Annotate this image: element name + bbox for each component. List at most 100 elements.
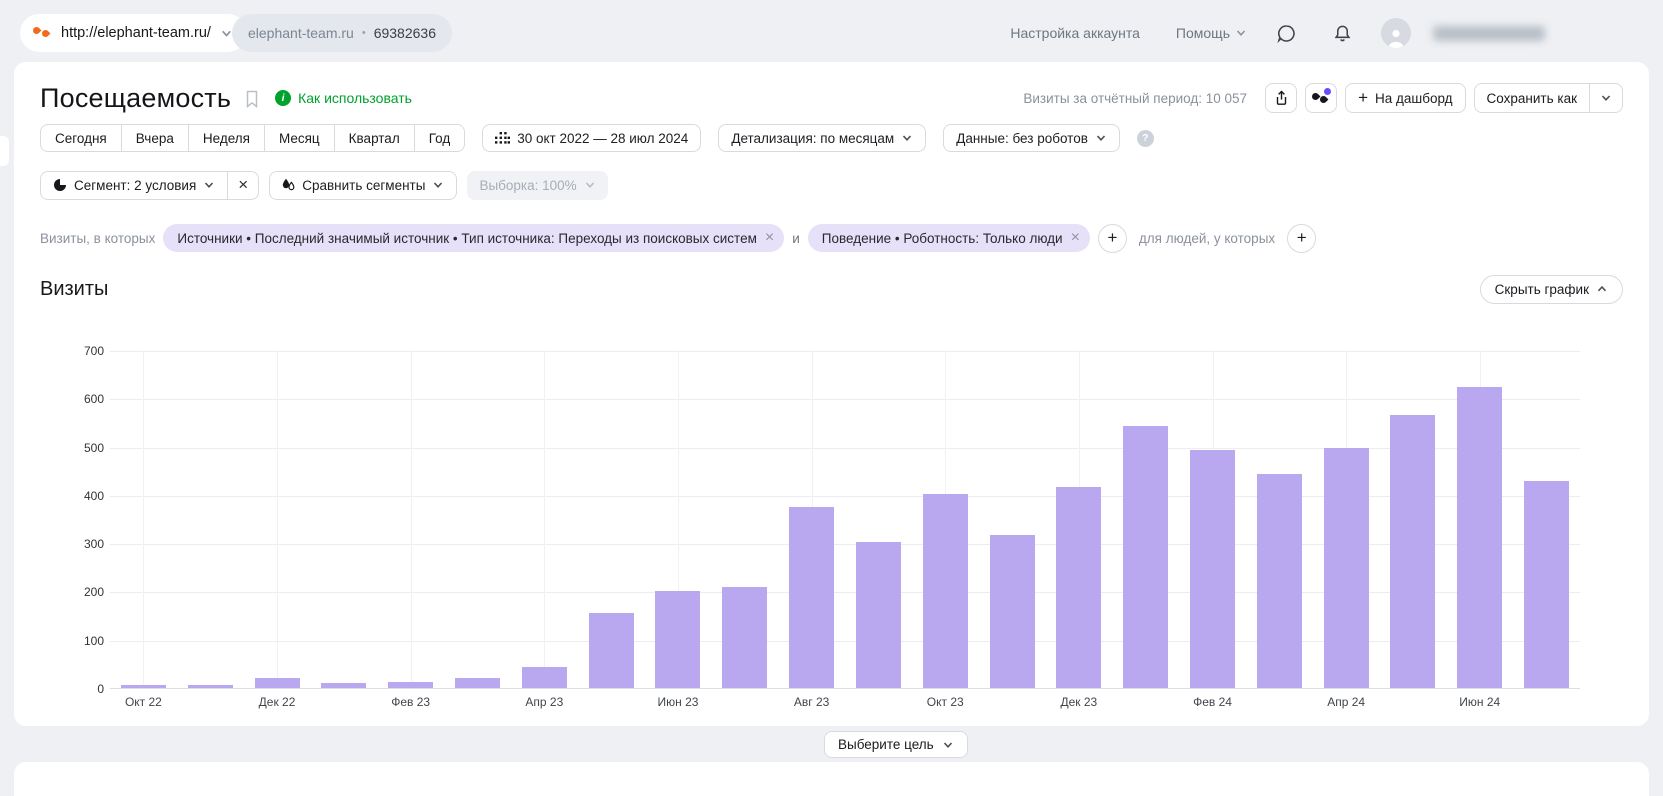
chart-x-axis: Окт 22Дек 22Фев 23Апр 23Июн 23Авг 23Окт … xyxy=(110,695,1580,715)
chart-bar[interactable] xyxy=(121,685,166,688)
metrica-logo-icon xyxy=(33,24,52,42)
save-as-button[interactable]: Сохранить как xyxy=(1475,84,1589,112)
y-tick-label: 500 xyxy=(84,441,104,455)
user-id-redacted xyxy=(1433,26,1545,41)
hide-chart-button[interactable]: Скрыть график xyxy=(1480,275,1623,304)
segment-clear-button[interactable]: × xyxy=(228,172,258,199)
counter-selector[interactable]: http://elephant-team.ru/ xyxy=(20,14,247,52)
report-header: Посещаемость i Как использовать Визиты з… xyxy=(40,82,1623,114)
gridline-v xyxy=(277,351,278,688)
ai-summary-button[interactable] xyxy=(1305,83,1337,113)
y-tick-label: 100 xyxy=(84,634,104,648)
chevron-down-icon xyxy=(901,132,913,144)
chart-bar[interactable] xyxy=(255,678,300,688)
goal-selector-button[interactable]: Выберите цель xyxy=(824,731,968,758)
filter-chip-label: Источники • Последний значимый источник … xyxy=(177,231,757,246)
chart-y-axis: 0100200300400500600700 xyxy=(40,351,104,690)
filter-suffix: для людей, у которых xyxy=(1139,231,1275,246)
remove-filter-icon[interactable]: × xyxy=(1071,230,1080,246)
date-range-button[interactable]: 30 окт 2022 — 28 июл 2024 xyxy=(482,124,701,152)
chart-bar[interactable] xyxy=(455,678,500,688)
preset-month[interactable]: Месяц xyxy=(265,125,335,151)
chart-bar[interactable] xyxy=(1457,387,1502,688)
bookmark-icon[interactable] xyxy=(245,90,259,108)
counter-site-name: elephant-team.ru xyxy=(248,25,354,41)
save-as-menu-toggle[interactable] xyxy=(1590,84,1622,112)
preset-year[interactable]: Год xyxy=(415,125,465,151)
chart-bar[interactable] xyxy=(1190,450,1235,688)
add-to-dashboard-button[interactable]: + На дашборд xyxy=(1345,83,1465,113)
y-tick-label: 600 xyxy=(84,392,104,406)
chart-bar[interactable] xyxy=(589,613,634,688)
feedback-chat-button[interactable] xyxy=(1269,16,1303,50)
detalization-dropdown[interactable]: Детализация: по месяцам xyxy=(718,124,926,152)
sampling-dropdown: Выборка: 100% xyxy=(467,171,607,200)
chart-bar[interactable] xyxy=(1524,481,1569,688)
chart-bar[interactable] xyxy=(1257,474,1302,688)
chart-bar[interactable] xyxy=(388,682,433,688)
question-help-icon[interactable]: ? xyxy=(1137,130,1154,147)
segment-controls: Сегмент: 2 условия × Сравнить сегменты В… xyxy=(40,171,608,199)
save-as-split-button: Сохранить как xyxy=(1474,83,1623,113)
period-controls: Сегодня Вчера Неделя Месяц Квартал Год 3… xyxy=(40,124,1154,152)
x-tick-label: Июн 23 xyxy=(657,695,698,709)
chart-bar[interactable] xyxy=(1056,487,1101,688)
segment-dropdown[interactable]: Сегмент: 2 условия xyxy=(41,172,227,199)
chart-bar[interactable] xyxy=(655,591,700,688)
add-user-condition-button[interactable]: + xyxy=(1287,224,1316,253)
plus-icon: + xyxy=(1358,89,1368,106)
notifications-bell-button[interactable] xyxy=(1325,16,1359,50)
info-icon: i xyxy=(275,90,291,106)
data-mode-dropdown[interactable]: Данные: без роботов xyxy=(943,124,1120,152)
chart-bar[interactable] xyxy=(321,683,366,688)
chart-bar[interactable] xyxy=(522,667,567,688)
chart-bar[interactable] xyxy=(789,507,834,688)
chart-bar[interactable] xyxy=(856,542,901,688)
account-settings-link[interactable]: Настройка аккаунта xyxy=(1010,25,1140,41)
how-to-use-link[interactable]: i Как использовать xyxy=(275,90,412,106)
export-button[interactable] xyxy=(1265,83,1297,113)
x-tick-label: Апр 24 xyxy=(1327,695,1365,709)
help-menu[interactable]: Помощь xyxy=(1176,25,1247,41)
pie-chart-icon xyxy=(53,178,67,192)
preset-week[interactable]: Неделя xyxy=(189,125,265,151)
chart-title: Визиты xyxy=(40,278,108,301)
user-avatar[interactable] xyxy=(1381,18,1411,48)
chevron-down-icon xyxy=(584,179,596,191)
gridline-h xyxy=(110,399,1580,400)
chevron-down-icon xyxy=(1235,27,1247,39)
save-as-label: Сохранить как xyxy=(1487,91,1577,106)
share-export-icon xyxy=(1274,90,1289,106)
report-actions: Визиты за отчётный период: 10 057 + На д… xyxy=(1023,83,1623,113)
x-tick-label: Окт 23 xyxy=(927,695,964,709)
filter-prefix: Визиты, в которых xyxy=(40,231,155,246)
hide-chart-label: Скрыть график xyxy=(1495,282,1589,297)
how-to-use-label: Как использовать xyxy=(298,90,412,106)
add-visit-condition-button[interactable]: + xyxy=(1098,224,1127,253)
chart-bar[interactable] xyxy=(923,494,968,688)
preset-yesterday[interactable]: Вчера xyxy=(122,125,189,151)
y-tick-label: 300 xyxy=(84,537,104,551)
ai-commas-icon xyxy=(1312,90,1330,106)
gridline-v xyxy=(544,351,545,688)
chart-bar[interactable] xyxy=(188,685,233,688)
report-card: Посещаемость i Как использовать Визиты з… xyxy=(14,62,1649,726)
filter-chip-robots[interactable]: Поведение • Роботность: Только люди × xyxy=(808,224,1090,252)
chart-bar[interactable] xyxy=(1123,426,1168,688)
visits-bar-chart: 0100200300400500600700 Окт 22Дек 22Фев 2… xyxy=(40,351,1596,723)
side-panel-tab[interactable] xyxy=(0,136,9,166)
chart-bar[interactable] xyxy=(1324,448,1369,688)
chart-bar[interactable] xyxy=(990,535,1035,688)
counter-info-badge: elephant-team.ru • 69382636 xyxy=(232,14,452,52)
sampling-label: Выборка: 100% xyxy=(479,178,576,193)
chart-bar[interactable] xyxy=(1390,415,1435,688)
period-presets: Сегодня Вчера Неделя Месяц Квартал Год xyxy=(40,124,465,152)
counter-id: 69382636 xyxy=(374,25,436,41)
top-bar: http://elephant-team.ru/ elephant-team.r… xyxy=(0,0,1663,66)
preset-quarter[interactable]: Квартал xyxy=(335,125,415,151)
compare-segments-dropdown[interactable]: Сравнить сегменты xyxy=(269,171,457,200)
chart-bar[interactable] xyxy=(722,587,767,688)
filter-chip-source[interactable]: Источники • Последний значимый источник … xyxy=(163,224,784,252)
remove-filter-icon[interactable]: × xyxy=(765,230,774,246)
preset-today[interactable]: Сегодня xyxy=(41,125,122,151)
